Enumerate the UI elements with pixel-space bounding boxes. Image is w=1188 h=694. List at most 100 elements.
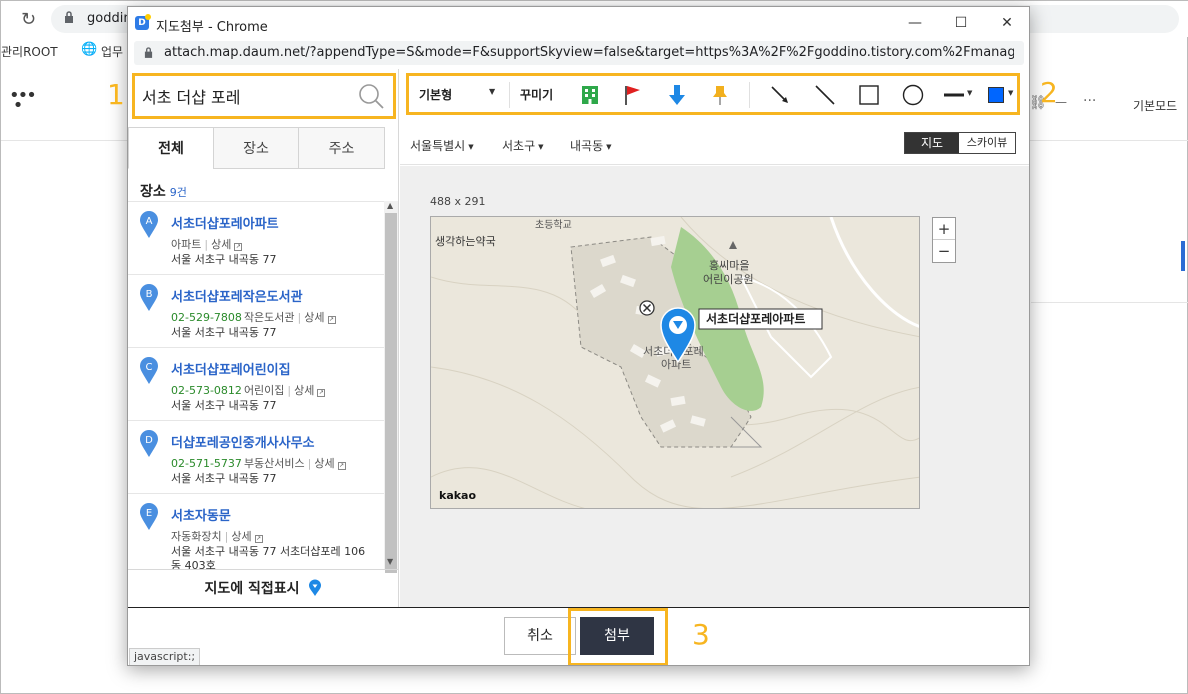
maximize-icon[interactable]: ☐ (938, 9, 984, 37)
result-category: 어린이집 (243, 384, 285, 397)
arrow-down-marker-icon[interactable] (666, 84, 688, 106)
map-callout-label: 서초더샵포레아파트 (706, 311, 805, 326)
map-toolbar: 기본형 ▼ 꾸미기 ▼ ▼ (406, 73, 1020, 115)
result-category: 아파트 (171, 238, 202, 251)
chevron-down-icon[interactable]: ▼ (1008, 89, 1013, 97)
minimize-icon[interactable]: — (892, 9, 938, 37)
result-detail-link[interactable]: 상세 (294, 384, 314, 397)
result-tabs: 전체 장소 주소 (128, 127, 385, 169)
result-name[interactable]: 서초더샵포레작은도서관 (171, 286, 303, 305)
list-item[interactable]: A 서초더샵포레아파트 아파트 | 상세 ↗ 서울 서초구 내곡동 77 (128, 201, 384, 274)
separator: | (297, 311, 302, 324)
color-picker[interactable] (988, 87, 1004, 103)
flag-icon[interactable] (621, 84, 643, 106)
reload-icon[interactable]: ↻ (21, 9, 36, 30)
result-phone: 02-529-7808 (171, 311, 242, 324)
style-select[interactable]: 기본형 (419, 86, 452, 103)
region-city-select[interactable]: 서울특별시 ▼ (410, 137, 474, 154)
external-link-icon[interactable]: ↗ (317, 389, 326, 397)
cancel-button[interactable]: 취소 (504, 617, 576, 655)
external-link-icon[interactable]: ↗ (327, 316, 336, 324)
marker-letter: A (146, 216, 153, 227)
search-icon[interactable] (357, 82, 385, 110)
lock-icon (65, 11, 73, 23)
results-header: 장소 9건 (140, 181, 187, 201)
region-dong-select[interactable]: 내곡동 ▼ (570, 137, 612, 154)
direct-mark-label: 지도에 직접표시 (204, 581, 300, 597)
result-detail-link[interactable]: 상세 (211, 238, 231, 251)
region-district-select[interactable]: 서초구 ▼ (502, 137, 544, 154)
map-canvas[interactable]: 초등학교 생각하는약국 홍씨마을 어린이공원 서초더샵포레 아파트 서초더샵포레… (430, 216, 920, 509)
list-item[interactable]: D 더샵포레공인중개사사무소 02-571-5737 부동산서비스 | 상세 ↗ 서울 … (128, 420, 384, 493)
line-icon[interactable] (814, 84, 836, 106)
marker-e-icon: E (140, 503, 158, 530)
line-style-icon[interactable] (943, 84, 965, 106)
result-info: 02-573-0812 어린이집 | 상세 ↗ (171, 382, 326, 398)
attach-button[interactable]: 첨부 (580, 617, 654, 655)
list-item[interactable]: E 서초자동문 자동화장치 | 상세 ↗ 서울 서초구 내곡동 77 서초더샵포레 1… (128, 493, 384, 569)
results-count: 9건 (169, 186, 187, 199)
map-view-button[interactable]: 지도 (905, 133, 959, 153)
more-dots-icon[interactable]: ••• • (9, 87, 37, 115)
bookmark-item[interactable]: 업무 (101, 43, 123, 60)
search-input[interactable] (142, 84, 352, 108)
chevron-down-icon[interactable]: ▼ (489, 87, 495, 96)
tab-place[interactable]: 장소 (213, 127, 299, 169)
external-link-icon[interactable]: ↗ (254, 535, 263, 543)
marker-letter: B (146, 289, 153, 300)
list-item[interactable]: B 서초더샵포레작은도서관 02-529-7808 작은도서관 | 상세 ↗ 서울 서초… (128, 274, 384, 347)
circle-icon[interactable] (902, 84, 924, 106)
result-info: 아파트 | 상세 ↗ (171, 236, 243, 252)
results-list: A 서초더샵포레아파트 아파트 | 상세 ↗ 서울 서초구 내곡동 77 B 서초더샵… (128, 201, 384, 569)
skyview-button[interactable]: 스카이뷰 (959, 133, 1015, 153)
bookmark-item[interactable]: 관리ROOT (1, 43, 58, 60)
scroll-down-icon[interactable]: ▼ (387, 557, 393, 566)
tab-address[interactable]: 주소 (298, 127, 385, 169)
direct-mark-button[interactable]: 지도에 직접표시 (128, 569, 399, 607)
list-item[interactable]: C 서초더샵포레어린이집 02-573-0812 어린이집 | 상세 ↗ 서울 서초구 … (128, 347, 384, 420)
external-link-icon[interactable]: ↗ (234, 243, 243, 251)
rectangle-icon[interactable] (858, 84, 880, 106)
result-name[interactable]: 서초더샵포레아파트 (171, 213, 279, 232)
result-detail-link[interactable]: 상세 (304, 311, 324, 324)
result-detail-link[interactable]: 상세 (314, 457, 334, 470)
result-phone: 02-573-0812 (171, 384, 242, 397)
region-city-label: 서울특별시 (410, 139, 466, 153)
result-address: 서울 서초구 내곡동 77 (171, 326, 277, 339)
zoom-in-button[interactable]: + (933, 218, 955, 240)
lock-icon (144, 47, 153, 58)
decorate-label: 꾸미기 (520, 88, 554, 102)
marker-letter: C (146, 362, 153, 373)
map-size-label: 488 x 291 (430, 195, 486, 208)
arrow-line-icon[interactable] (769, 84, 791, 106)
result-name[interactable]: 더샵포레공인중개사사무소 (171, 432, 315, 451)
scroll-up-icon[interactable]: ▲ (387, 201, 393, 210)
pushpin-icon[interactable] (709, 84, 731, 106)
zoom-out-button[interactable]: − (933, 240, 955, 262)
result-address: 서울 서초구 내곡동 77 (171, 472, 277, 485)
tab-all[interactable]: 전체 (128, 127, 214, 169)
annotation-number: 1 (107, 78, 125, 111)
result-name[interactable]: 서초자동문 (171, 505, 231, 524)
result-detail-link[interactable]: 상세 (231, 530, 251, 543)
search-panel: 전체 장소 주소 장소9건 A 서초더샵포레아파트 아파트|상세↗ 서울 서초구… (128, 69, 399, 607)
marker-letter: E (146, 508, 152, 519)
result-address: 서울 서초구 내곡동 77 (171, 253, 277, 266)
building-icon[interactable] (579, 84, 601, 106)
results-scrollbar[interactable]: ▲ ▼ (384, 201, 398, 573)
map-label-school: 초등학교 (535, 219, 572, 231)
result-info: 02-529-7808 작은도서관 | 상세 ↗ (171, 309, 336, 325)
scrollbar-thumb[interactable] (385, 213, 397, 573)
result-category: 자동화장치 (171, 530, 222, 543)
separator: | (224, 530, 229, 543)
result-name[interactable]: 서초더샵포레어린이집 (171, 359, 291, 378)
location-pin-icon (309, 579, 322, 596)
region-district-label: 서초구 (502, 139, 536, 153)
popup-address-bar[interactable]: attach.map.daum.net/?appendType=S&mode=F… (134, 41, 1024, 65)
close-icon[interactable]: ✕ (984, 9, 1029, 37)
results-header-label: 장소 (140, 184, 166, 200)
chevron-down-icon[interactable]: ▼ (967, 89, 972, 97)
mode-select[interactable]: 기본모드 (1133, 97, 1177, 114)
more-icon[interactable]: ··· (1083, 93, 1096, 109)
external-link-icon[interactable]: ↗ (337, 462, 346, 470)
